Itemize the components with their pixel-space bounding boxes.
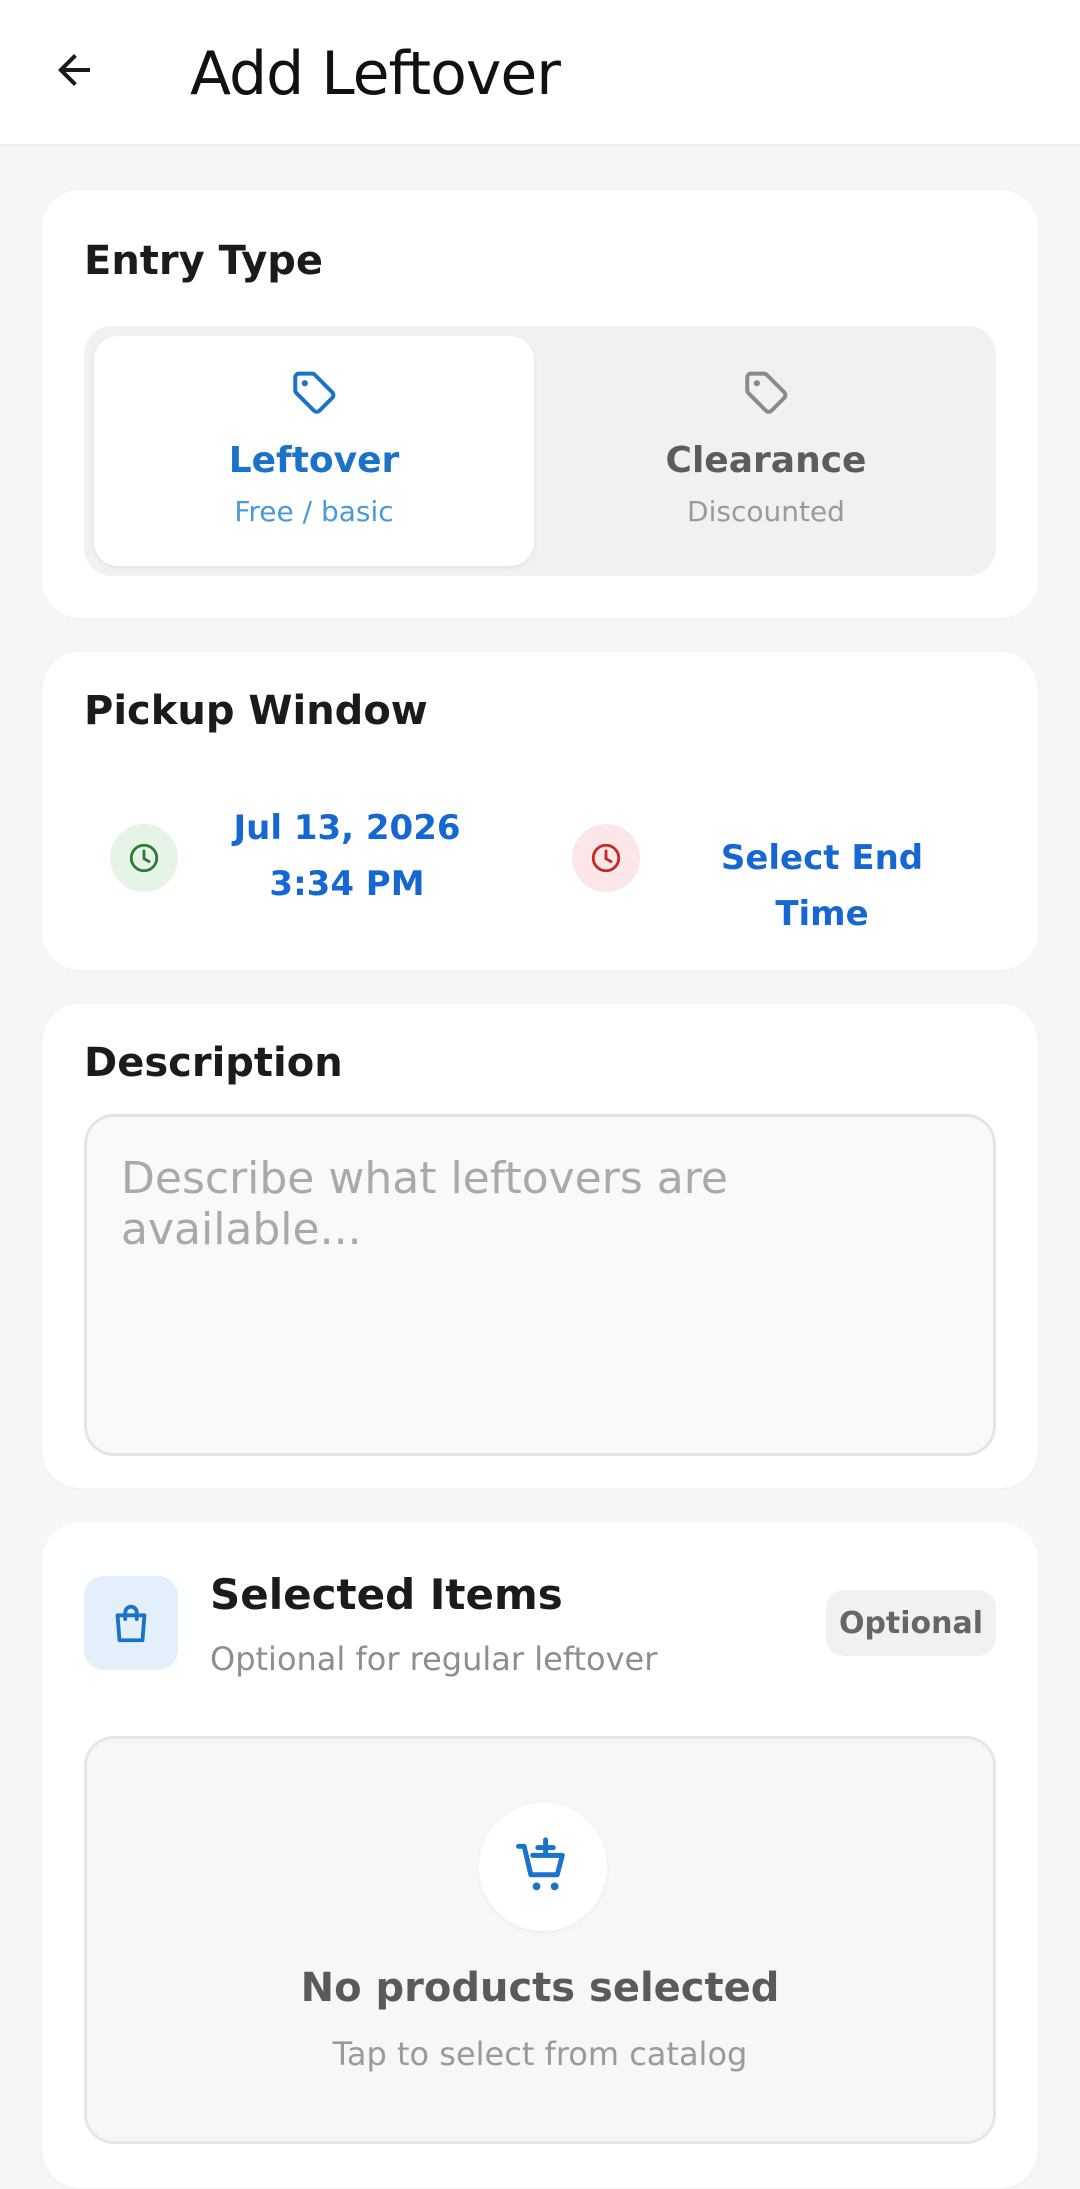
pickup-window-title: Pickup Window — [84, 688, 428, 734]
selected-items-title: Selected Items — [210, 1570, 563, 1619]
end-time-icon-badge — [572, 824, 640, 892]
description-card: Description — [42, 1004, 1038, 1488]
page-title: Add Leftover — [190, 39, 561, 109]
end-time-button[interactable]: Select End Time — [672, 830, 972, 942]
start-time-button[interactable]: Jul 13, 2026 3:34 PM — [212, 800, 482, 912]
shopping-bag-icon — [115, 1604, 147, 1643]
empty-state-title: No products selected — [300, 1965, 780, 2011]
entry-type-card: Entry Type Leftover Free / basic Clearan… — [42, 190, 1038, 618]
pickup-window-card: Pickup Window Jul 13, 2026 3:34 PM Selec… — [42, 652, 1038, 970]
entry-type-leftover-option[interactable]: Leftover Free / basic — [94, 336, 534, 566]
optional-badge: Optional — [826, 1590, 996, 1656]
start-date-text: Jul 13, 2026 — [233, 808, 461, 848]
selected-items-subtitle: Optional for regular leftover — [210, 1640, 658, 1678]
selected-items-card: Selected Items Optional for regular left… — [42, 1522, 1038, 2188]
back-button[interactable] — [40, 36, 108, 104]
add-to-cart-icon-badge — [479, 1803, 607, 1931]
add-to-cart-icon — [516, 1837, 565, 1891]
select-products-area[interactable]: No products selected Tap to select from … — [84, 1736, 996, 2144]
entry-type-leftover-sub: Free / basic — [234, 495, 394, 528]
entry-type-clearance-sub: Discounted — [687, 495, 845, 528]
entry-type-segmented-control: Leftover Free / basic Clearance Discount… — [84, 326, 996, 576]
description-input[interactable] — [84, 1114, 996, 1456]
entry-type-clearance-label: Clearance — [665, 440, 867, 481]
shopping-bag-icon-badge — [84, 1576, 178, 1670]
start-time-text: 3:34 PM — [269, 864, 425, 904]
clock-icon — [591, 843, 621, 873]
entry-type-title: Entry Type — [84, 238, 324, 284]
tag-icon — [293, 371, 336, 414]
empty-state-subtitle: Tap to select from catalog — [332, 2035, 748, 2073]
app-bar: Add Leftover — [0, 0, 1080, 146]
clock-icon — [129, 843, 159, 873]
tag-icon — [745, 371, 788, 414]
entry-type-leftover-label: Leftover — [228, 440, 400, 481]
start-time-icon-badge — [110, 824, 178, 892]
entry-type-clearance-option[interactable]: Clearance Discounted — [546, 336, 986, 566]
description-title: Description — [84, 1040, 343, 1086]
arrow-left-icon — [58, 54, 90, 86]
